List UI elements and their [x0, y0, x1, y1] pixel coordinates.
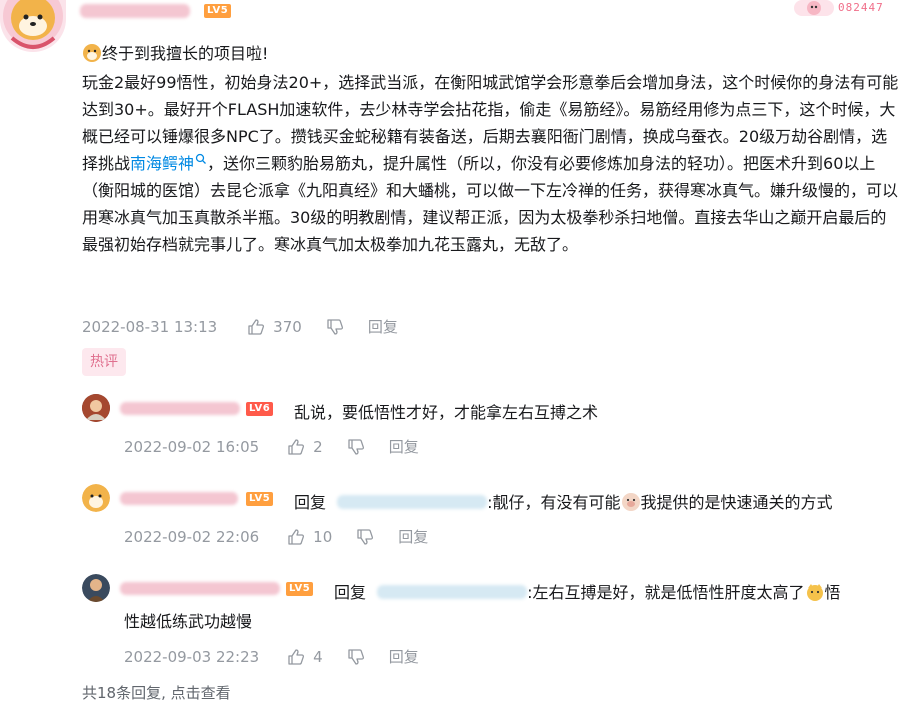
search-link[interactable]: 南海鳄神 — [130, 153, 207, 173]
dislike-icon[interactable] — [347, 438, 365, 456]
dog-emoji-icon — [82, 43, 102, 63]
hot-tag-label: 热评 — [90, 354, 118, 370]
main-username[interactable] — [80, 4, 190, 18]
reply1-meta: 2022-09-02 16:05 2 回复 — [124, 436, 419, 457]
main-like-count: 370 — [273, 317, 302, 336]
main-comment-body: 玩金2最好99悟性，初始身法20+，选择武当派，在衡阳城武馆学会形意拳后会增加身… — [82, 69, 902, 258]
portrait-avatar-icon — [82, 574, 110, 602]
reply1-reply-button[interactable]: 回复 — [389, 436, 419, 457]
character-avatar-icon — [82, 394, 110, 422]
reply3-avatar[interactable] — [82, 574, 110, 602]
reply3-text-continued: 性越低练武功越慢 — [124, 608, 252, 632]
reply2-level-badge: LV5 — [246, 492, 274, 506]
dislike-icon[interactable] — [326, 318, 344, 336]
dislike-icon[interactable] — [347, 648, 365, 666]
reply3-like-count: 4 — [313, 647, 323, 666]
reply3-text-c: 性越低练武功越慢 — [124, 612, 253, 631]
main-reply-button[interactable]: 回复 — [368, 316, 398, 337]
reply1-avatar[interactable] — [82, 394, 110, 422]
main-intro: 终于到我擅长的项目啦! — [82, 40, 902, 67]
reply2-text: 回复 :靓仔，有没有可能 我提供的是快速通关的方式 — [294, 489, 833, 513]
fan-avatar-icon — [794, 0, 834, 16]
reply2-like-count: 10 — [313, 527, 333, 546]
reply1-text: 乱说，要低悟性才好，才能拿左右互搏之术 — [294, 403, 599, 422]
reply1-time: 2022-09-02 16:05 — [124, 437, 260, 456]
reply3-prefix: 回复 — [334, 583, 367, 602]
reply3-text-b: 悟 — [824, 583, 841, 602]
reply2-text-b: 我提供的是快速通关的方式 — [640, 493, 833, 512]
search-link-text[interactable]: 南海鳄神 — [130, 154, 194, 173]
reply3-mentioned-user[interactable] — [377, 585, 528, 599]
pig-emoji-icon — [621, 492, 641, 512]
reply2-text-a: :靓仔，有没有可能 — [487, 493, 621, 512]
fan-badge[interactable] — [794, 0, 834, 16]
reply3-text: 回复 :左右互搏是好，就是低悟性肝度太高了悟 — [334, 579, 841, 603]
reply3-text-a: :左右互搏是好，就是低悟性肝度太高了 — [527, 583, 805, 602]
main-meta: 2022-08-31 13:13 370 回复 — [82, 316, 398, 337]
reply2-time: 2022-09-02 22:06 — [124, 527, 260, 546]
cat-emoji-icon — [805, 582, 825, 602]
dislike-icon[interactable] — [356, 528, 374, 546]
main-intro-text: 终于到我擅长的项目啦! — [102, 44, 269, 63]
reply3-meta: 2022-09-03 22:23 4 回复 — [124, 646, 419, 667]
main-avatar[interactable] — [0, 0, 66, 52]
reply3-username[interactable] — [120, 582, 280, 595]
like-icon[interactable] — [287, 648, 305, 666]
reply2-meta: 2022-09-02 22:06 10 回复 — [124, 526, 428, 547]
reply1-username[interactable] — [120, 402, 240, 415]
view-all-replies-link[interactable]: 共18条回复, 点击查看 — [82, 682, 231, 703]
reply2-prefix: 回复 — [294, 493, 327, 512]
level-badge: LV5 — [204, 4, 232, 18]
like-icon[interactable] — [247, 318, 265, 336]
reply3-time: 2022-09-03 22:23 — [124, 647, 260, 666]
hot-comment-tag: 热评 — [82, 348, 126, 376]
reply2-username[interactable] — [120, 492, 238, 505]
reply3-reply-button[interactable]: 回复 — [389, 646, 419, 667]
search-icon — [195, 153, 206, 164]
shiba-avatar-icon — [3, 0, 63, 49]
view-all-replies-text[interactable]: 共18条回复, 点击查看 — [82, 684, 231, 702]
main-time: 2022-08-31 13:13 — [82, 317, 218, 336]
like-icon[interactable] — [287, 528, 305, 546]
like-icon[interactable] — [287, 438, 305, 456]
fan-badge-number: 082447 — [838, 1, 884, 14]
reply1-like-count: 2 — [313, 437, 323, 456]
reply3-level-badge: LV5 — [286, 582, 314, 596]
reply2-reply-button[interactable]: 回复 — [398, 526, 428, 547]
reply2-mentioned-user[interactable] — [337, 495, 488, 509]
reply1-level-badge: LV6 — [246, 402, 274, 416]
shiba-avatar-icon — [82, 484, 110, 512]
reply2-avatar[interactable] — [82, 484, 110, 512]
